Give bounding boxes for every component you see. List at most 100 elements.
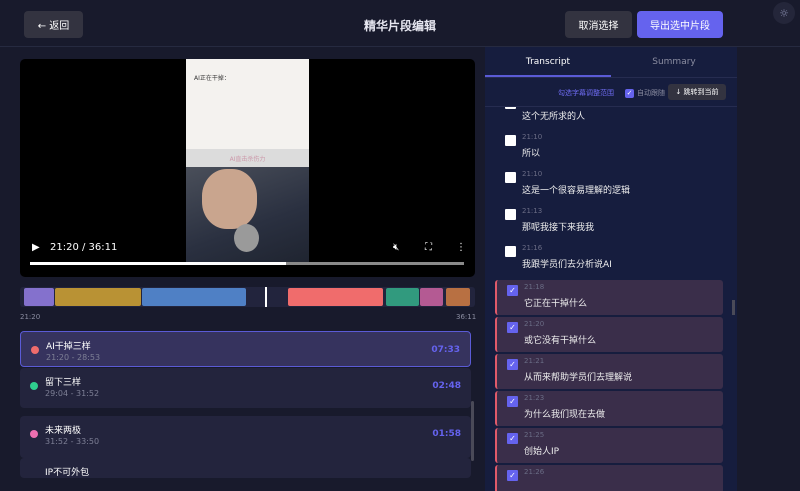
timeline-segment[interactable] <box>446 288 470 306</box>
segment-item[interactable]: IP不可外包 <box>20 458 471 478</box>
transcript-item[interactable]: ✓ 21:25 创始人IP <box>495 428 723 463</box>
segment-item[interactable]: 未来两极 31:52 - 33:50 01:58 <box>20 416 471 458</box>
timeline-end-label: 36:11 <box>456 313 477 321</box>
segment-timeline[interactable] <box>20 287 475 307</box>
segment-duration: 07:33 <box>431 345 460 355</box>
auto-follow-checkbox[interactable]: ✓ <box>625 88 634 98</box>
transcript-item[interactable]: 21:10 这是一个很容易理解的逻辑 <box>495 167 723 202</box>
more-options-icon[interactable]: ⋮ <box>456 242 466 253</box>
frame-caption: AI正在干掉： <box>194 75 230 82</box>
transcript-time: 21:25 <box>524 431 545 439</box>
timeline-segment[interactable] <box>287 288 383 306</box>
segment-range: 21:20 - 28:53 <box>46 353 101 362</box>
transcript-text: 创始人IP <box>524 447 560 457</box>
transcript-text: 这个无所求的人 <box>522 112 586 122</box>
transcript-checkbox[interactable]: ✓ <box>507 396 518 407</box>
segment-duration: 01:58 <box>432 429 461 439</box>
transcript-text: 所以 <box>522 149 541 159</box>
timeline-segment[interactable] <box>142 288 247 306</box>
transcript-time: 21:16 <box>522 244 543 252</box>
play-icon[interactable]: ▶ <box>32 242 40 253</box>
settings-icon[interactable]: ☼ <box>773 2 795 24</box>
segment-color-dot <box>30 430 38 438</box>
segment-range: 29:04 - 31:52 <box>45 389 100 398</box>
segment-list: AI干掉三样 21:20 - 28:53 07:33 留下三样 29:04 - 31:5… <box>20 331 472 491</box>
segment-color-dot <box>31 346 39 354</box>
microphone <box>234 224 259 252</box>
transcript-text: 或它没有干掉什么 <box>524 336 597 346</box>
timeline-segment[interactable] <box>386 288 419 306</box>
fullscreen-icon[interactable]: ⛶ <box>425 242 432 253</box>
timeline-playhead[interactable] <box>265 287 268 307</box>
auto-follow-label: 自动跟随 <box>637 89 665 97</box>
transcript-item[interactable]: ✓ 21:20 或它没有干掉什么 <box>495 317 723 352</box>
frame-band: AI直击杀伤力 <box>186 149 309 167</box>
transcript-text: 它正在干掉什么 <box>524 299 588 309</box>
transcript-checkbox[interactable]: ✓ <box>507 359 518 370</box>
cancel-selection-button[interactable]: 取消选择 <box>565 11 632 38</box>
transcript-checkbox[interactable] <box>505 172 516 183</box>
transcript-checkbox[interactable]: ✓ <box>507 322 518 333</box>
transcript-text: 这是一个很容易理解的逻辑 <box>522 186 631 196</box>
tab-transcript[interactable]: Transcript <box>485 57 611 67</box>
transcript-panel: Transcript Summary 勾选字幕调整范围 ✓ 自动跟随 ↓ 跳转到当… <box>485 47 737 491</box>
seek-progress <box>30 262 287 265</box>
transcript-checkbox[interactable] <box>505 209 516 220</box>
top-bar: ← 返回 精华片段编辑 取消选择 导出选中片段 <box>0 0 800 47</box>
tab-summary[interactable]: Summary <box>611 57 737 67</box>
transcript-time: 21:18 <box>524 283 545 291</box>
transcript-time: 21:21 <box>524 357 545 365</box>
transcript-item[interactable]: 21:10 所以 <box>495 130 723 165</box>
transcript-checkbox[interactable]: ✓ <box>507 285 518 296</box>
transcript-item[interactable]: 21:13 那呢我接下来我我 <box>495 204 723 239</box>
transcript-item[interactable]: ✓ 21:18 它正在干掉什么 <box>495 280 723 315</box>
segment-item[interactable]: AI干掉三样 21:20 - 28:53 07:33 <box>20 331 471 367</box>
mute-icon[interactable]: 🔇︎ <box>393 242 399 253</box>
transcript-text: 从而来帮助学员们去理解说 <box>524 373 633 383</box>
transcript-checkbox[interactable] <box>505 246 516 257</box>
jump-to-current-button[interactable]: ↓ 跳转到当前 <box>668 84 726 100</box>
transcript-checkbox[interactable]: ✓ <box>507 433 518 444</box>
auto-follow-toggle[interactable]: ✓ 自动跟随 <box>625 88 665 98</box>
video-time: 21:20 / 36:11 <box>50 242 118 253</box>
segment-name: IP不可外包 <box>45 468 90 478</box>
segment-duration: 02:48 <box>432 381 461 391</box>
transcript-item[interactable]: 21:16 我跟学员们去分析说AI <box>495 241 723 276</box>
export-selected-button[interactable]: 导出选中片段 <box>637 11 723 38</box>
segment-item[interactable]: 留下三样 29:04 - 31:52 02:48 <box>20 368 471 408</box>
transcript-checkbox[interactable]: ✓ <box>507 470 518 481</box>
timeline-segment[interactable] <box>419 288 444 306</box>
transcript-item[interactable]: ✓ 21:21 从而来帮助学员们去理解说 <box>495 354 723 389</box>
segment-name: AI干掉三样 <box>46 342 91 352</box>
transcript-item[interactable]: ✓ 21:23 为什么我们现在去做 <box>495 391 723 426</box>
transcript-text: 我跟学员们去分析说AI <box>522 260 612 270</box>
transcript-time: 21:13 <box>522 207 543 215</box>
transcript-time: 21:10 <box>522 133 543 141</box>
timeline-start-label: 21:20 <box>20 313 41 321</box>
transcript-item[interactable]: ✓ 21:26 <box>495 465 723 491</box>
transcript-item[interactable]: 这个无所求的人 <box>495 107 723 128</box>
video-seek-bar[interactable] <box>30 262 464 265</box>
segment-name: 未来两极 <box>45 426 82 436</box>
transcript-list: 这个无所求的人 21:10 所以 21:10 这是一个很容易理解的逻辑 21:13 那呢我接… <box>485 106 737 491</box>
transcript-text: 为什么我们现在去做 <box>524 410 606 420</box>
tab-divider <box>485 77 737 78</box>
speaker-face <box>202 169 257 229</box>
segment-color-dot <box>30 382 38 390</box>
timeline-segment[interactable] <box>55 288 142 306</box>
transcript-checkbox[interactable] <box>505 107 516 109</box>
segment-name: 留下三样 <box>45 378 82 388</box>
segment-list-scrollbar[interactable] <box>471 401 474 461</box>
video-player[interactable]: AI正在干掉： AI直击杀伤力 ▶ 21:20 / 36:11 🔇︎ ⛶ ⋮ <box>20 59 475 277</box>
segment-range: 31:52 - 33:50 <box>45 437 100 446</box>
transcript-time: 21:23 <box>524 394 545 402</box>
transcript-scrollbar[interactable] <box>732 300 735 315</box>
transcript-time: 21:20 <box>524 320 545 328</box>
transcript-time: 21:26 <box>524 468 545 476</box>
transcript-text: 那呢我接下来我我 <box>522 223 595 233</box>
adjust-range-link[interactable]: 勾选字幕调整范围 <box>558 88 614 98</box>
transcript-time: 21:10 <box>522 170 543 178</box>
transcript-checkbox[interactable] <box>505 135 516 146</box>
video-frame: AI正在干掉： AI直击杀伤力 <box>186 59 309 262</box>
timeline-segment[interactable] <box>24 288 55 306</box>
